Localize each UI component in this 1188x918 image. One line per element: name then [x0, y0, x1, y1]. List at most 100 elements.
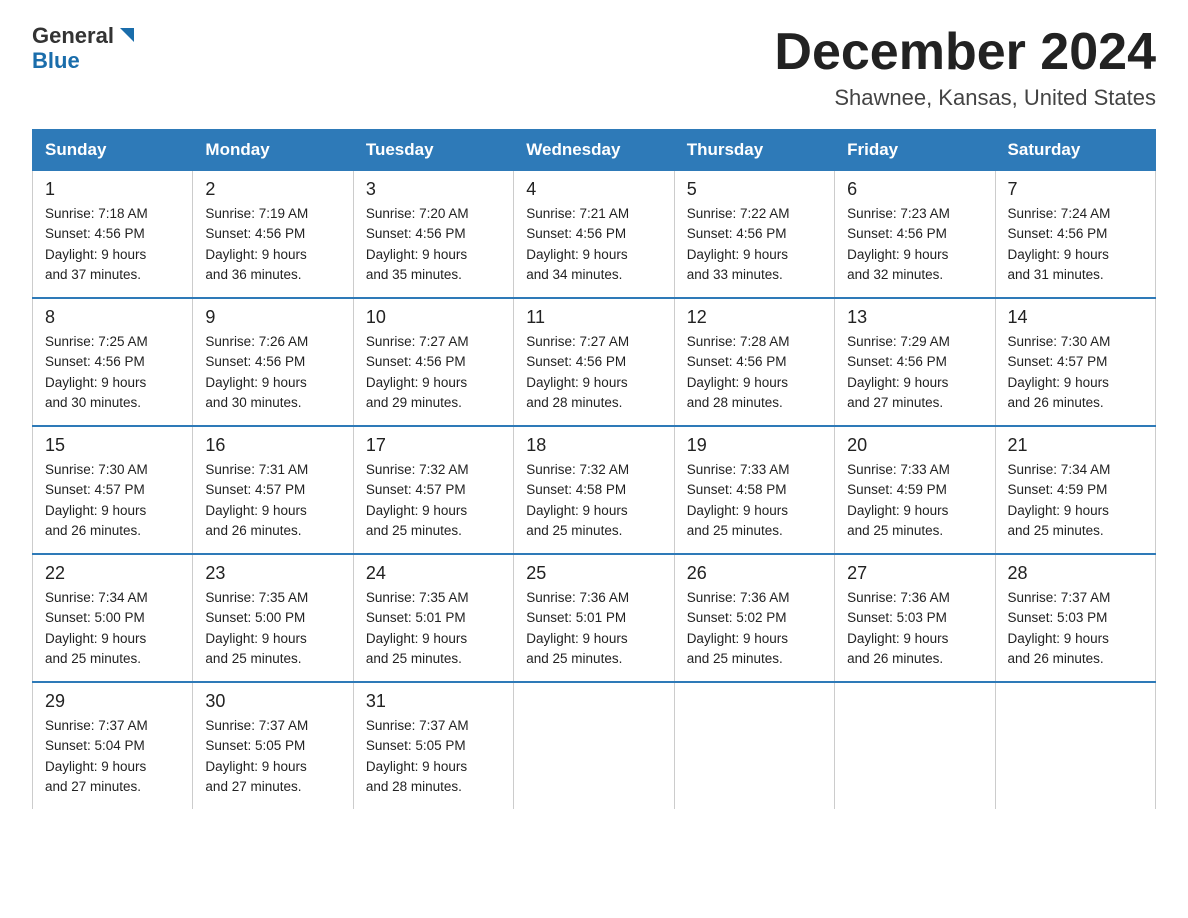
table-row: 7 Sunrise: 7:24 AM Sunset: 4:56 PM Dayli…: [995, 171, 1155, 299]
day-info: Sunrise: 7:27 AM Sunset: 4:56 PM Dayligh…: [526, 332, 661, 413]
day-info: Sunrise: 7:26 AM Sunset: 4:56 PM Dayligh…: [205, 332, 340, 413]
logo: General Blue: [32, 24, 138, 74]
day-info: Sunrise: 7:31 AM Sunset: 4:57 PM Dayligh…: [205, 460, 340, 541]
day-number: 30: [205, 691, 340, 712]
table-row: 2 Sunrise: 7:19 AM Sunset: 4:56 PM Dayli…: [193, 171, 353, 299]
day-info: Sunrise: 7:37 AM Sunset: 5:04 PM Dayligh…: [45, 716, 180, 797]
header-tuesday: Tuesday: [353, 130, 513, 171]
table-row: 29 Sunrise: 7:37 AM Sunset: 5:04 PM Dayl…: [33, 682, 193, 809]
day-info: Sunrise: 7:30 AM Sunset: 4:57 PM Dayligh…: [45, 460, 180, 541]
day-number: 11: [526, 307, 661, 328]
day-number: 24: [366, 563, 501, 584]
table-row: 12 Sunrise: 7:28 AM Sunset: 4:56 PM Dayl…: [674, 298, 834, 426]
day-info: Sunrise: 7:33 AM Sunset: 4:58 PM Dayligh…: [687, 460, 822, 541]
day-number: 28: [1008, 563, 1143, 584]
header-wednesday: Wednesday: [514, 130, 674, 171]
table-row: 9 Sunrise: 7:26 AM Sunset: 4:56 PM Dayli…: [193, 298, 353, 426]
calendar-subtitle: Shawnee, Kansas, United States: [774, 85, 1156, 111]
table-row: 3 Sunrise: 7:20 AM Sunset: 4:56 PM Dayli…: [353, 171, 513, 299]
day-number: 18: [526, 435, 661, 456]
calendar-week-row: 29 Sunrise: 7:37 AM Sunset: 5:04 PM Dayl…: [33, 682, 1156, 809]
day-number: 7: [1008, 179, 1143, 200]
day-info: Sunrise: 7:36 AM Sunset: 5:03 PM Dayligh…: [847, 588, 982, 669]
logo-triangle-icon: [116, 24, 138, 46]
header-thursday: Thursday: [674, 130, 834, 171]
table-row: 24 Sunrise: 7:35 AM Sunset: 5:01 PM Dayl…: [353, 554, 513, 682]
day-number: 8: [45, 307, 180, 328]
table-row: 31 Sunrise: 7:37 AM Sunset: 5:05 PM Dayl…: [353, 682, 513, 809]
day-info: Sunrise: 7:32 AM Sunset: 4:58 PM Dayligh…: [526, 460, 661, 541]
header-sunday: Sunday: [33, 130, 193, 171]
table-row: 16 Sunrise: 7:31 AM Sunset: 4:57 PM Dayl…: [193, 426, 353, 554]
day-info: Sunrise: 7:25 AM Sunset: 4:56 PM Dayligh…: [45, 332, 180, 413]
day-number: 10: [366, 307, 501, 328]
day-number: 1: [45, 179, 180, 200]
day-info: Sunrise: 7:35 AM Sunset: 5:01 PM Dayligh…: [366, 588, 501, 669]
table-row: [514, 682, 674, 809]
table-row: 18 Sunrise: 7:32 AM Sunset: 4:58 PM Dayl…: [514, 426, 674, 554]
day-info: Sunrise: 7:34 AM Sunset: 5:00 PM Dayligh…: [45, 588, 180, 669]
day-number: 23: [205, 563, 340, 584]
calendar-table: Sunday Monday Tuesday Wednesday Thursday…: [32, 129, 1156, 809]
table-row: 23 Sunrise: 7:35 AM Sunset: 5:00 PM Dayl…: [193, 554, 353, 682]
table-row: 1 Sunrise: 7:18 AM Sunset: 4:56 PM Dayli…: [33, 171, 193, 299]
day-info: Sunrise: 7:35 AM Sunset: 5:00 PM Dayligh…: [205, 588, 340, 669]
day-number: 16: [205, 435, 340, 456]
table-row: 10 Sunrise: 7:27 AM Sunset: 4:56 PM Dayl…: [353, 298, 513, 426]
day-number: 12: [687, 307, 822, 328]
calendar-week-row: 1 Sunrise: 7:18 AM Sunset: 4:56 PM Dayli…: [33, 171, 1156, 299]
table-row: 13 Sunrise: 7:29 AM Sunset: 4:56 PM Dayl…: [835, 298, 995, 426]
day-info: Sunrise: 7:30 AM Sunset: 4:57 PM Dayligh…: [1008, 332, 1143, 413]
day-info: Sunrise: 7:18 AM Sunset: 4:56 PM Dayligh…: [45, 204, 180, 285]
table-row: 20 Sunrise: 7:33 AM Sunset: 4:59 PM Dayl…: [835, 426, 995, 554]
calendar-title: December 2024: [774, 24, 1156, 81]
table-row: 14 Sunrise: 7:30 AM Sunset: 4:57 PM Dayl…: [995, 298, 1155, 426]
table-row: [995, 682, 1155, 809]
day-info: Sunrise: 7:29 AM Sunset: 4:56 PM Dayligh…: [847, 332, 982, 413]
day-info: Sunrise: 7:20 AM Sunset: 4:56 PM Dayligh…: [366, 204, 501, 285]
table-row: 22 Sunrise: 7:34 AM Sunset: 5:00 PM Dayl…: [33, 554, 193, 682]
day-number: 13: [847, 307, 982, 328]
day-number: 9: [205, 307, 340, 328]
day-info: Sunrise: 7:23 AM Sunset: 4:56 PM Dayligh…: [847, 204, 982, 285]
table-row: 11 Sunrise: 7:27 AM Sunset: 4:56 PM Dayl…: [514, 298, 674, 426]
table-row: 4 Sunrise: 7:21 AM Sunset: 4:56 PM Dayli…: [514, 171, 674, 299]
day-info: Sunrise: 7:28 AM Sunset: 4:56 PM Dayligh…: [687, 332, 822, 413]
table-row: 25 Sunrise: 7:36 AM Sunset: 5:01 PM Dayl…: [514, 554, 674, 682]
day-info: Sunrise: 7:24 AM Sunset: 4:56 PM Dayligh…: [1008, 204, 1143, 285]
day-number: 21: [1008, 435, 1143, 456]
day-number: 5: [687, 179, 822, 200]
day-info: Sunrise: 7:21 AM Sunset: 4:56 PM Dayligh…: [526, 204, 661, 285]
day-info: Sunrise: 7:37 AM Sunset: 5:03 PM Dayligh…: [1008, 588, 1143, 669]
day-info: Sunrise: 7:33 AM Sunset: 4:59 PM Dayligh…: [847, 460, 982, 541]
day-info: Sunrise: 7:37 AM Sunset: 5:05 PM Dayligh…: [205, 716, 340, 797]
day-info: Sunrise: 7:34 AM Sunset: 4:59 PM Dayligh…: [1008, 460, 1143, 541]
day-info: Sunrise: 7:22 AM Sunset: 4:56 PM Dayligh…: [687, 204, 822, 285]
day-number: 14: [1008, 307, 1143, 328]
day-number: 29: [45, 691, 180, 712]
day-number: 6: [847, 179, 982, 200]
page-header: General Blue December 2024 Shawnee, Kans…: [32, 24, 1156, 111]
day-number: 15: [45, 435, 180, 456]
day-number: 20: [847, 435, 982, 456]
table-row: [835, 682, 995, 809]
table-row: 27 Sunrise: 7:36 AM Sunset: 5:03 PM Dayl…: [835, 554, 995, 682]
table-row: 6 Sunrise: 7:23 AM Sunset: 4:56 PM Dayli…: [835, 171, 995, 299]
calendar-week-row: 15 Sunrise: 7:30 AM Sunset: 4:57 PM Dayl…: [33, 426, 1156, 554]
day-number: 31: [366, 691, 501, 712]
day-number: 27: [847, 563, 982, 584]
day-number: 3: [366, 179, 501, 200]
header-monday: Monday: [193, 130, 353, 171]
day-number: 26: [687, 563, 822, 584]
calendar-week-row: 22 Sunrise: 7:34 AM Sunset: 5:00 PM Dayl…: [33, 554, 1156, 682]
day-info: Sunrise: 7:37 AM Sunset: 5:05 PM Dayligh…: [366, 716, 501, 797]
table-row: 15 Sunrise: 7:30 AM Sunset: 4:57 PM Dayl…: [33, 426, 193, 554]
table-row: 28 Sunrise: 7:37 AM Sunset: 5:03 PM Dayl…: [995, 554, 1155, 682]
day-info: Sunrise: 7:36 AM Sunset: 5:02 PM Dayligh…: [687, 588, 822, 669]
day-number: 2: [205, 179, 340, 200]
table-row: [674, 682, 834, 809]
day-number: 22: [45, 563, 180, 584]
day-number: 4: [526, 179, 661, 200]
table-row: 17 Sunrise: 7:32 AM Sunset: 4:57 PM Dayl…: [353, 426, 513, 554]
calendar-week-row: 8 Sunrise: 7:25 AM Sunset: 4:56 PM Dayli…: [33, 298, 1156, 426]
